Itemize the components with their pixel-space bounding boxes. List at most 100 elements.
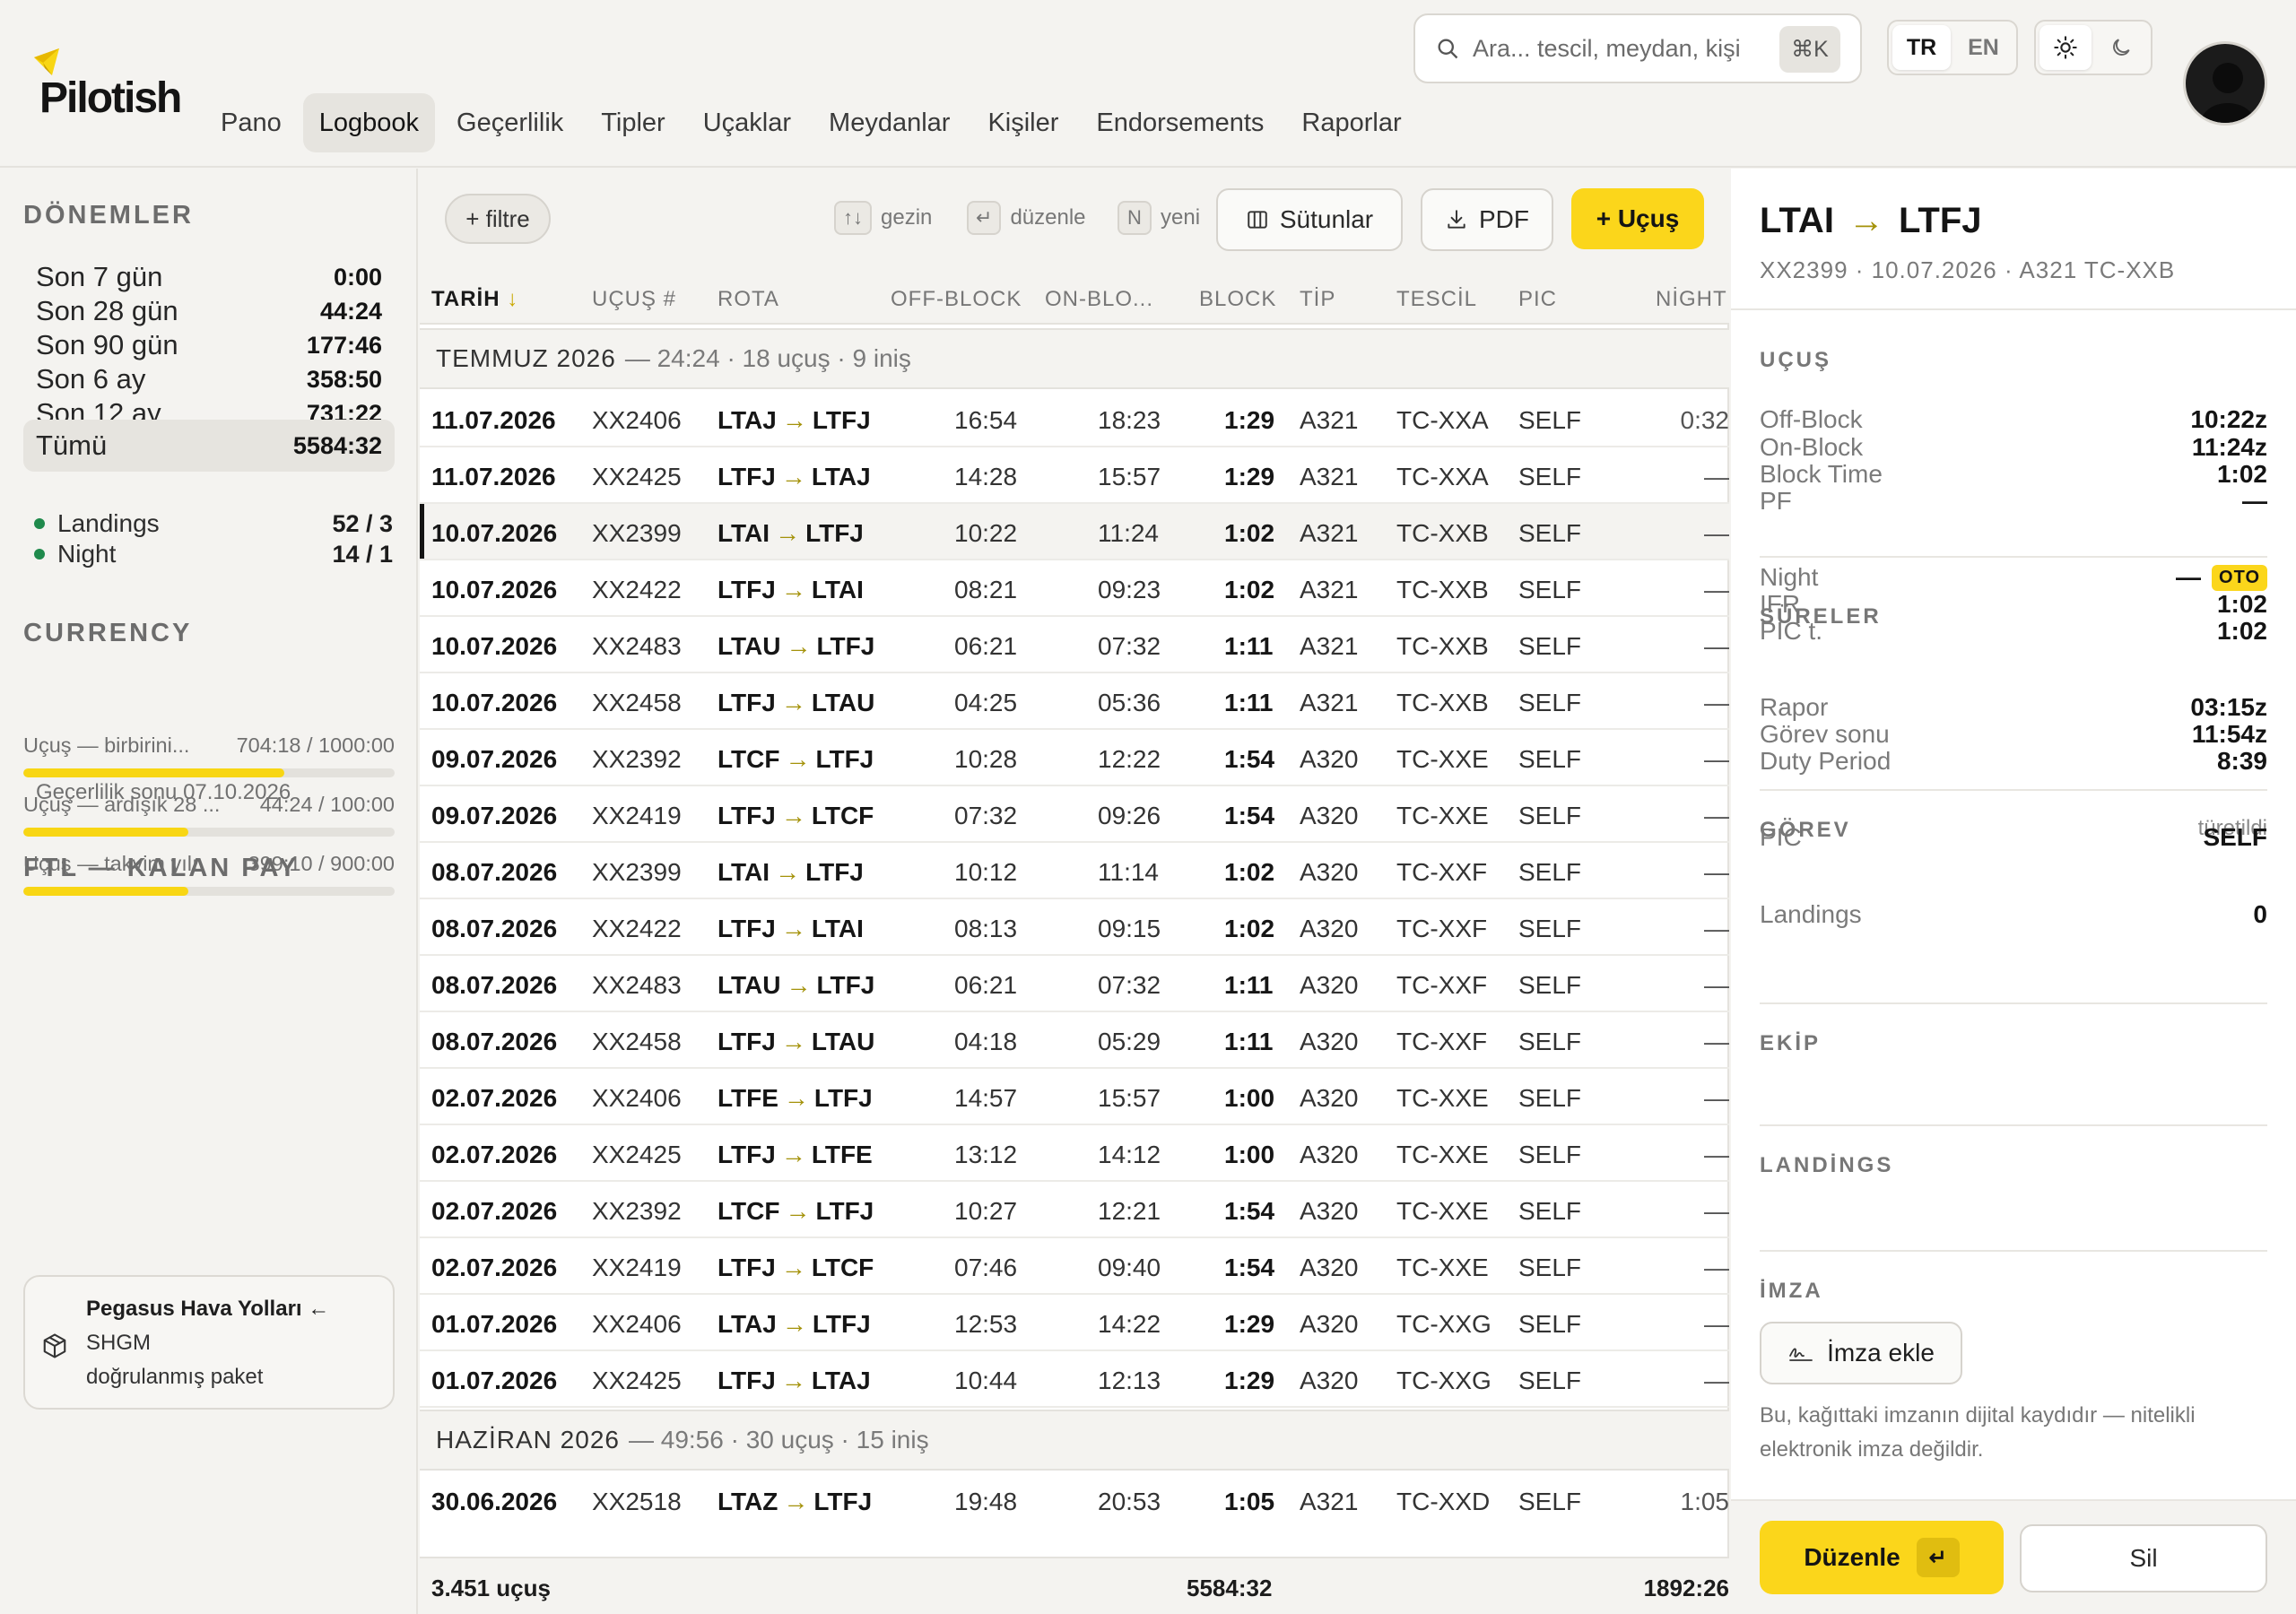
month-group-header[interactable]: TEMMUZ 2026 — 24:24 · 18 uçuş · 9 iniş: [420, 328, 1729, 389]
cell-registration: TC-XXD: [1396, 1488, 1491, 1515]
nav-item-pano[interactable]: Pano: [204, 93, 298, 152]
cell-night: —: [1704, 1141, 1729, 1168]
lang-tr-button[interactable]: TR: [1892, 25, 1951, 70]
month-group-header[interactable]: HAZİRAN 2026 — 49:56 · 30 uçuş · 15 iniş: [420, 1410, 1729, 1471]
currency-label-wrap: Night: [34, 540, 116, 568]
nav-item-raporlar[interactable]: Raporlar: [1285, 93, 1417, 152]
ftl-item: Uçuş — takvim yılı 399:10 / 900:00: [23, 852, 395, 896]
cell-on-block: 11:24: [1098, 519, 1159, 547]
col-reg-header[interactable]: TESCİL: [1396, 287, 1477, 312]
cell-flight-no: XX2406: [592, 1310, 682, 1338]
field-label: PIC: [1760, 823, 1802, 851]
table-row[interactable]: 08.07.2026 XX2458 04:18 05:29 1:11 A320 TC-XXF…: [420, 1012, 1729, 1069]
cell-pic: SELF: [1518, 1028, 1582, 1055]
currency-title: CURRENCY: [23, 619, 193, 647]
table-row[interactable]: 09.07.2026 XX2419 07:32 09:26 1:54 A320 TC-XXE…: [420, 786, 1729, 843]
cell-pic: SELF: [1518, 745, 1582, 773]
add-flight-button[interactable]: + Uçuş: [1571, 188, 1704, 249]
detail-field: Off-Block 10:22z: [1760, 405, 2267, 434]
nav-item-u-aklar[interactable]: Uçaklar: [687, 93, 807, 152]
package-card[interactable]: Pegasus Hava Yolları ← SHGM doğrulanmış …: [23, 1275, 395, 1410]
table-row[interactable]: 08.07.2026 XX2422 08:13 09:15 1:02 A320 TC-XXF…: [420, 899, 1729, 956]
route-to: LTFJ: [812, 406, 871, 434]
light-theme-button[interactable]: [2039, 25, 2092, 70]
route-from: LTAU: [718, 632, 781, 660]
dark-theme-button[interactable]: [2095, 25, 2147, 70]
cell-block: 1:29: [1224, 1367, 1275, 1394]
route-arrow-icon: →: [780, 915, 806, 942]
delete-button[interactable]: Sil: [2020, 1524, 2267, 1592]
lang-en-button[interactable]: EN: [1954, 25, 2013, 70]
route-arrow-icon: →: [785, 1197, 811, 1225]
pdf-export-button[interactable]: PDF: [1421, 188, 1553, 251]
cell-night: —: [1704, 1084, 1729, 1112]
nav-item-ki-iler[interactable]: Kişiler: [971, 93, 1074, 152]
nav-item-logbook[interactable]: Logbook: [302, 93, 436, 152]
table-row[interactable]: 10.07.2026 XX2399 10:22 11:24 1:02 A321 TC-XXB…: [420, 504, 1729, 560]
table-row[interactable]: 01.07.2026 XX2425 10:44 12:13 1:29 A320 TC-XXG…: [420, 1351, 1729, 1408]
table-row[interactable]: 08.07.2026 XX2483 06:21 07:32 1:11 A320 TC-XXF…: [420, 956, 1729, 1012]
cell-night: —: [1704, 745, 1729, 773]
add-filter-button[interactable]: + filtre: [445, 194, 551, 244]
table-row[interactable]: 08.07.2026 XX2399 10:12 11:14 1:02 A320 TC-XXF…: [420, 843, 1729, 899]
table-row[interactable]: 02.07.2026 XX2392 10:27 12:21 1:54 A320 TC-XXE…: [420, 1182, 1729, 1238]
hint-new: N yeni: [1118, 201, 1200, 235]
route-arrow-icon: →: [775, 858, 801, 886]
route-to: LTFJ: [812, 1310, 871, 1338]
col-block-header[interactable]: BLOCK: [1199, 287, 1276, 312]
add-signature-button[interactable]: İmza ekle: [1760, 1322, 1962, 1384]
nav-item-endorsements[interactable]: Endorsements: [1080, 93, 1280, 152]
col-route-header[interactable]: ROTA: [718, 287, 779, 312]
cell-flight-no: XX2483: [592, 971, 682, 999]
cell-flight-no: XX2422: [592, 915, 682, 942]
nav-item-meydanlar[interactable]: Meydanlar: [813, 93, 966, 152]
table-row[interactable]: 01.07.2026 XX2406 12:53 14:22 1:29 A320 TC-XXG…: [420, 1295, 1729, 1351]
search-box[interactable]: Ara... tescil, meydan, kişi ⌘K: [1413, 13, 1862, 83]
period-item[interactable]: Tümü 5584:32: [23, 420, 395, 472]
nav-item-tipler[interactable]: Tipler: [585, 93, 681, 152]
table-row[interactable]: 02.07.2026 XX2419 07:46 09:40 1:54 A320 TC-XXE…: [420, 1238, 1729, 1295]
cell-date: 30.06.2026: [431, 1488, 558, 1515]
cell-on-block: 12:13: [1098, 1367, 1161, 1394]
table-row[interactable]: 10.07.2026 XX2422 08:21 09:23 1:02 A321 TC-XXB…: [420, 560, 1729, 617]
cell-night: —: [1704, 1310, 1729, 1338]
cell-night: —: [1704, 971, 1729, 999]
sort-arrow-icon: ↓: [507, 287, 519, 311]
edit-button[interactable]: Düzenle ↵: [1760, 1521, 2004, 1594]
columns-button[interactable]: Sütunlar: [1216, 188, 1403, 251]
table-row[interactable]: 11.07.2026 XX2406 16:54 18:23 1:29 A321 TC-XXA…: [420, 391, 1729, 447]
table-row[interactable]: 02.07.2026 XX2425 13:12 14:12 1:00 A320 TC-XXE…: [420, 1125, 1729, 1182]
col-offblock-header[interactable]: OFF-BLOCK: [891, 287, 1022, 312]
cell-flight-no: XX2392: [592, 1197, 682, 1225]
table-row[interactable]: 09.07.2026 XX2392 10:28 12:22 1:54 A320 TC-XXE…: [420, 730, 1729, 786]
detail-field: PF —: [1760, 487, 2267, 516]
col-type-header[interactable]: TİP: [1300, 287, 1335, 312]
col-night-header[interactable]: NİGHT: [1656, 287, 1727, 312]
divider: [1760, 1250, 2267, 1252]
field-value-text: 11:54z: [2191, 720, 2267, 748]
table-row[interactable]: 30.06.2026 XX2518 19:48 20:53 1:05 A321 TC-XXD…: [420, 1472, 1729, 1526]
table-row[interactable]: 02.07.2026 XX2406 14:57 15:57 1:00 A320 TC-XXE…: [420, 1069, 1729, 1125]
user-icon: [2201, 63, 2255, 123]
user-avatar[interactable]: [2183, 41, 2267, 126]
route-from: LTCF: [718, 1197, 780, 1225]
table-row[interactable]: 10.07.2026 XX2483 06:21 07:32 1:11 A321 TC-XXB…: [420, 617, 1729, 673]
col-flight-header[interactable]: UÇUŞ #: [592, 287, 676, 312]
table-row[interactable]: 11.07.2026 XX2425 14:28 15:57 1:29 A321 TC-XXA…: [420, 447, 1729, 504]
col-onblock-header[interactable]: ON-BLO...: [1045, 287, 1153, 312]
ftl-value: 44:24 / 100:00: [259, 793, 395, 816]
cell-type: A320: [1300, 858, 1359, 886]
nav-item-ge-erlilik[interactable]: Geçerlilik: [440, 93, 579, 152]
cell-type: A320: [1300, 1254, 1359, 1281]
section-landings: LANDİNGS: [1760, 1153, 1894, 1177]
cell-date: 11.07.2026: [431, 406, 556, 434]
col-date-header[interactable]: TARİH ↓: [431, 287, 518, 312]
route-to: LTFJ: [816, 632, 875, 660]
main-nav: Pano Logbook Geçerlilik Tipler Uçaklar Meydan…: [204, 93, 1418, 152]
table-row[interactable]: 10.07.2026 XX2458 04:25 05:36 1:11 A321 TC-XXB…: [420, 673, 1729, 730]
col-pic-header[interactable]: PIC: [1518, 287, 1557, 312]
cell-flight-no: XX2483: [592, 632, 682, 660]
app-logo[interactable]: Pilotish: [29, 47, 195, 127]
signature-icon: [1789, 1348, 1813, 1361]
cell-pic: SELF: [1518, 406, 1582, 434]
